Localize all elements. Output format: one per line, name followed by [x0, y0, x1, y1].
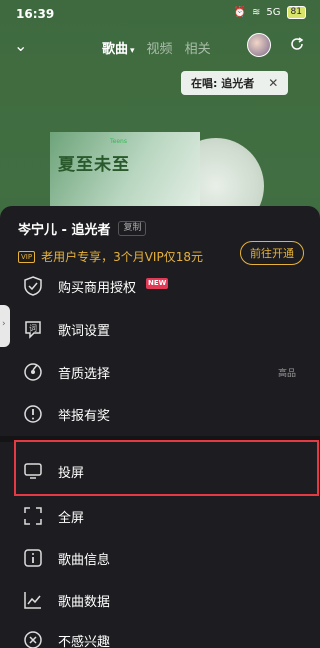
warning-icon — [24, 405, 42, 423]
signal-label: 5G — [266, 7, 281, 18]
copy-button[interactable]: 复制 — [118, 221, 147, 236]
new-badge: NEW — [146, 278, 169, 289]
menu-label: 歌曲数据 — [58, 595, 111, 610]
vip-open-button[interactable]: 前往开通 — [240, 241, 304, 265]
lyrics-icon: 词 — [25, 321, 41, 339]
menu-label: 歌词设置 — [58, 324, 111, 339]
info-icon — [24, 549, 42, 567]
collapse-chevron-icon[interactable]: ⌄ — [14, 36, 27, 55]
player-tabs: 歌曲 ▾ 视频 相关 — [102, 38, 211, 57]
menu-item-audio-quality[interactable]: 音质选择 高品 — [0, 352, 320, 392]
shield-check-icon — [24, 276, 42, 296]
quality-value: 高品 — [277, 369, 296, 379]
menu-item-fullscreen[interactable]: 全屏 — [0, 496, 320, 536]
album-cover[interactable]: 夏至未至 Teens — [50, 132, 200, 212]
menu-item-lyrics-settings[interactable]: 词 歌词设置 — [0, 309, 320, 349]
chevron-right-icon: › — [2, 319, 6, 329]
close-icon[interactable]: ✕ — [268, 76, 278, 90]
menu-item-buy-license[interactable]: 购买商用授权 NEW — [0, 266, 320, 306]
vip-promo-text: 老用户专享，3个月VIP仅18元 — [41, 250, 203, 264]
more-options-sheet: 岑宁儿 - 追光者 复制 VIP 老用户专享，3个月VIP仅18元 前往开通 购… — [0, 206, 320, 648]
wifi-icon: ≋ — [252, 7, 261, 18]
audio-quality-icon — [24, 363, 42, 381]
close-circle-icon — [24, 631, 42, 648]
status-bar: 16:39 ⏰ ≋ 5G 81 — [0, 0, 320, 28]
tab-related[interactable]: 相关 — [185, 38, 211, 57]
cast-screen-highlight-box — [14, 440, 319, 496]
menu-item-song-info[interactable]: 歌曲信息 — [0, 538, 320, 578]
avatar[interactable] — [247, 33, 271, 57]
tab-video[interactable]: 视频 — [147, 38, 173, 57]
svg-text:词: 词 — [29, 324, 37, 333]
menu-item-not-interested[interactable]: 不感兴趣 — [0, 620, 320, 648]
side-drawer-handle[interactable]: › — [0, 305, 10, 347]
now-singing-label: 在唱: 追光者 — [191, 77, 255, 90]
now-singing-tip: 在唱: 追光者 ✕ — [181, 71, 289, 95]
menu-label: 购买商用授权 — [58, 281, 137, 296]
cover-title: 夏至未至 — [58, 155, 130, 175]
menu-label: 不感兴趣 — [58, 635, 111, 648]
status-time: 16:39 — [16, 7, 55, 21]
cover-brand: Teens — [110, 138, 127, 145]
chart-line-icon — [24, 592, 41, 609]
alarm-icon: ⏰ — [233, 7, 247, 18]
menu-label: 音质选择 — [58, 367, 111, 382]
share-icon[interactable] — [289, 36, 305, 52]
menu-item-song-data[interactable]: 歌曲数据 — [0, 580, 320, 620]
menu-item-report[interactable]: 举报有奖 — [0, 394, 320, 434]
tab-song[interactable]: 歌曲 ▾ — [102, 38, 135, 57]
fullscreen-icon — [24, 507, 42, 525]
battery-icon: 81 — [286, 6, 306, 19]
vip-badge: VIP — [18, 250, 36, 263]
menu-label: 举报有奖 — [58, 409, 111, 424]
menu-label: 歌曲信息 — [58, 553, 111, 568]
player-header: ⌄ 歌曲 ▾ 视频 相关 — [0, 30, 320, 64]
song-title: 岑宁儿 - 追光者 — [18, 223, 111, 238]
menu-label: 全屏 — [58, 511, 85, 526]
